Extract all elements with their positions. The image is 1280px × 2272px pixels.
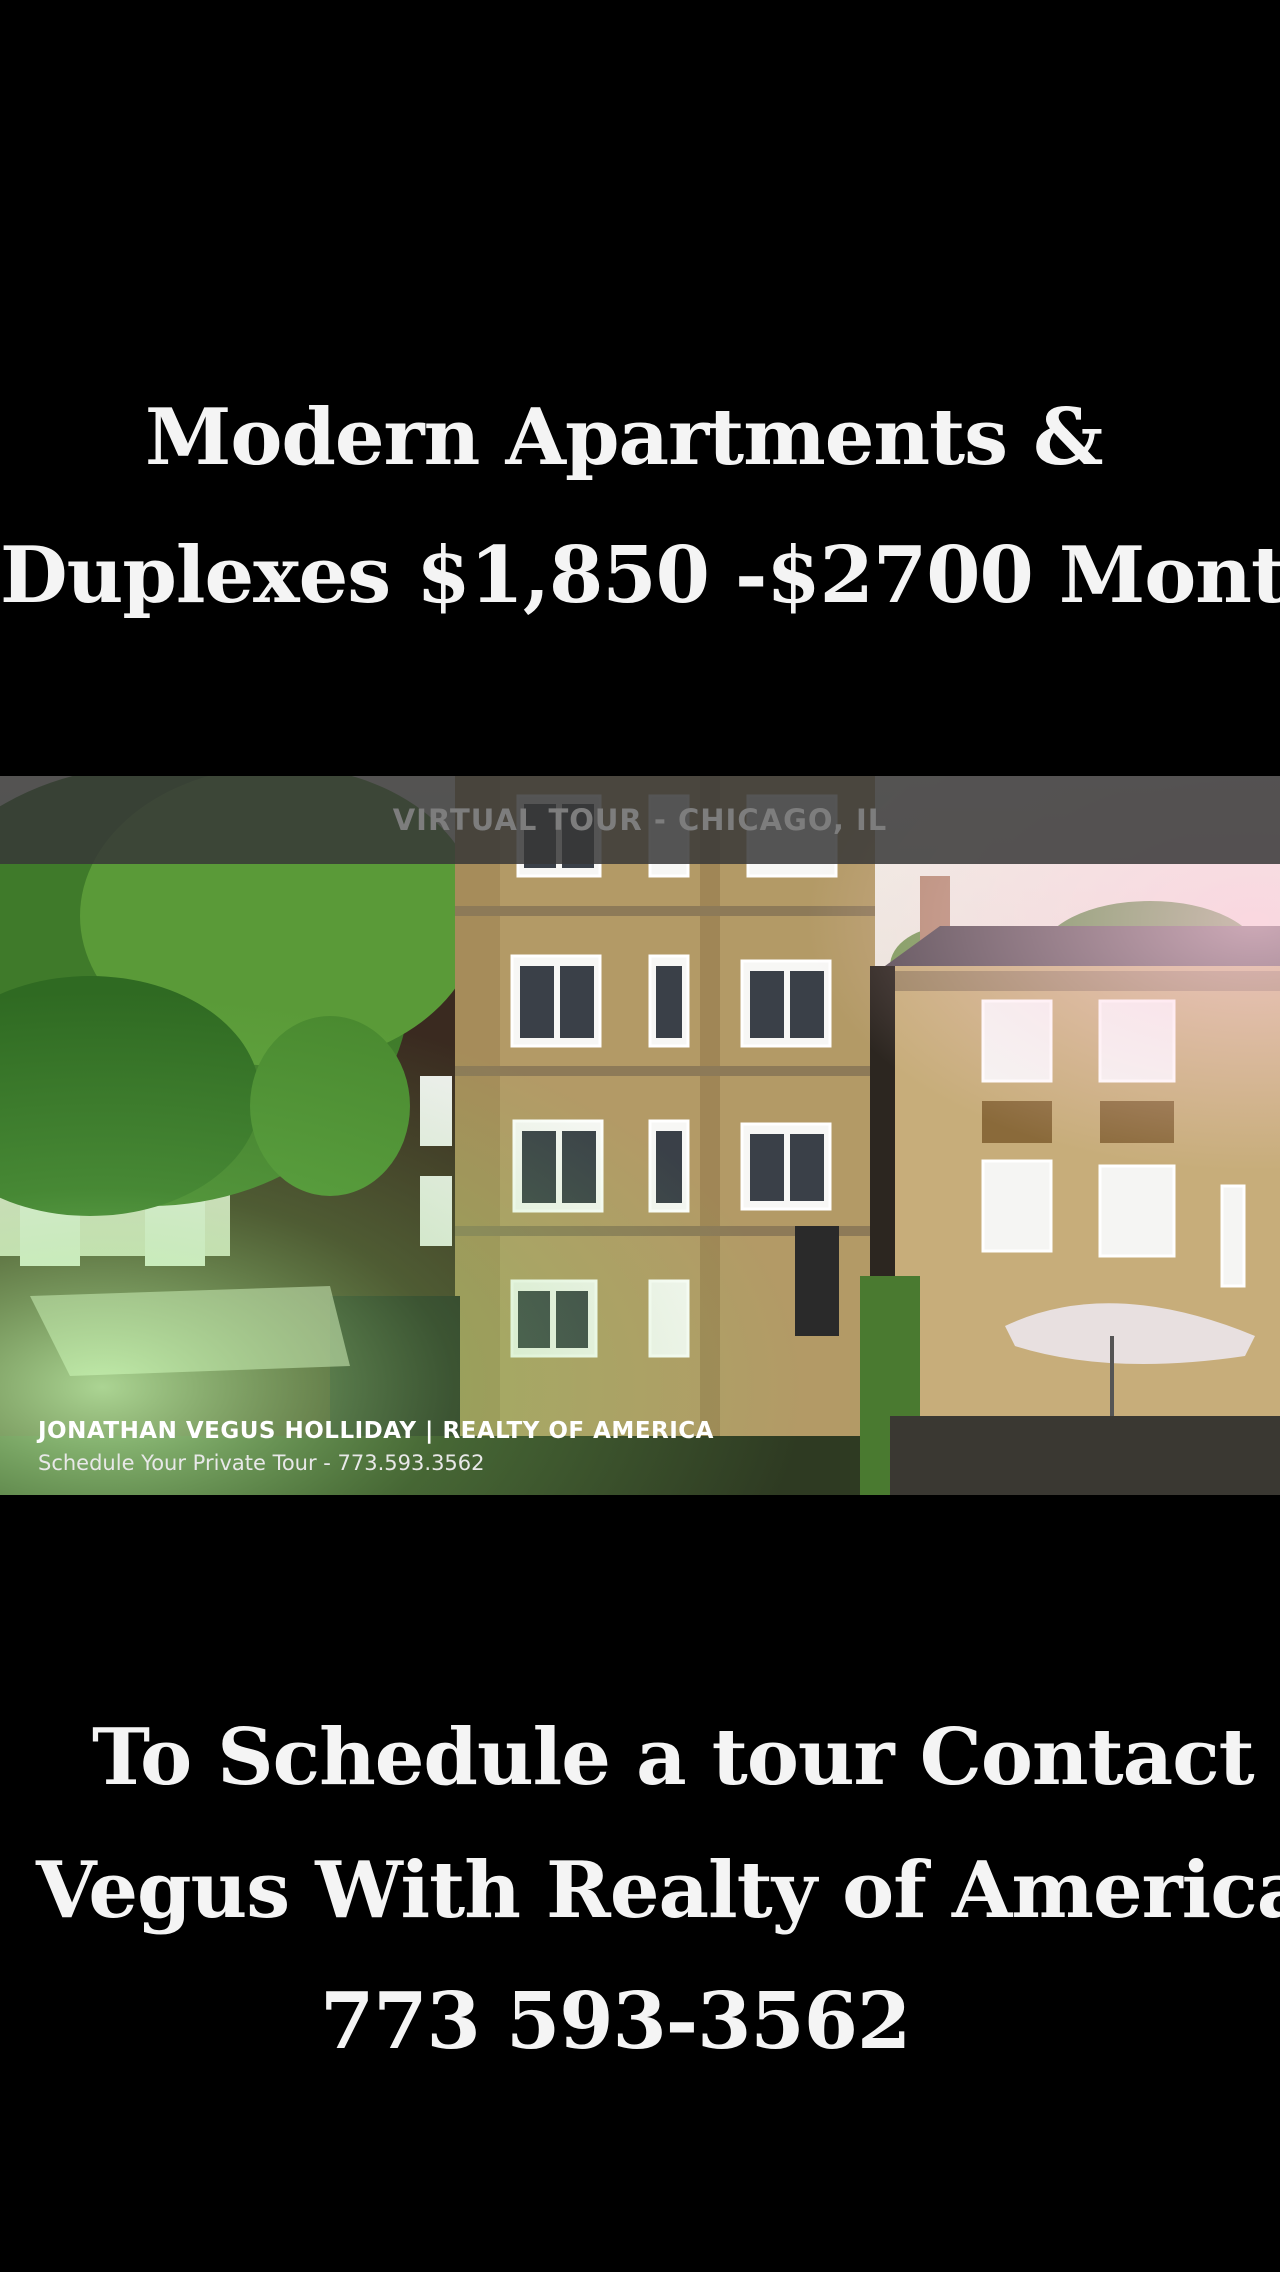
contact-line-1: To Schedule a tour Contact xyxy=(92,1712,1255,1803)
virtual-tour-banner: VIRTUAL TOUR - CHICAGO, IL xyxy=(0,776,1280,864)
contact-phone[interactable]: 773 593-3562 xyxy=(320,1976,1280,2067)
agent-tagline: Schedule Your Private Tour - 773.593.356… xyxy=(38,1451,485,1475)
virtual-tour-label: VIRTUAL TOUR - CHICAGO, IL xyxy=(392,803,888,837)
headline-line-2: Duplexes $1,850 -$2700 Month xyxy=(0,530,1280,621)
agent-name: JONATHAN VEGUS HOLLIDAY | REALTY OF AMER… xyxy=(38,1418,714,1444)
property-photo xyxy=(0,776,1280,1495)
contact-line-2: Vegus With Realty of America xyxy=(36,1845,1280,1936)
headline-line-1: Modern Apartments & xyxy=(145,392,1104,483)
